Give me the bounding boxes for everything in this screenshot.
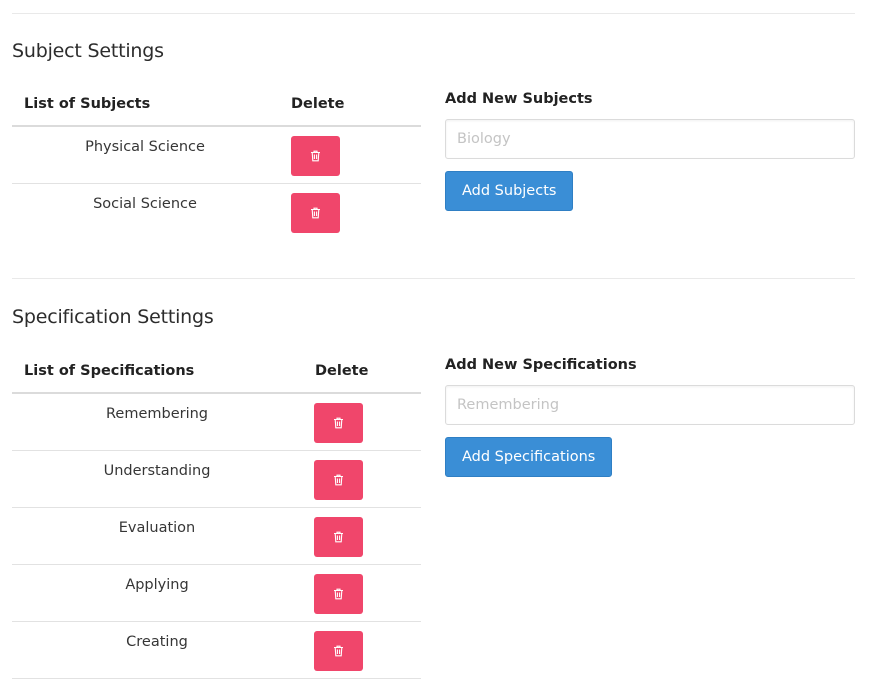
specifications-col-delete: Delete (315, 363, 369, 379)
add-specification-label: Add New Specifications (445, 357, 637, 373)
table-row: Applying (12, 565, 421, 622)
specification-name: Remembering (105, 406, 209, 422)
subjects-col-name: List of Subjects (24, 96, 151, 112)
delete-subject-button[interactable] (291, 136, 340, 176)
specification-name: Applying (125, 577, 189, 593)
specifications-table-header: List of Specifications Delete (12, 357, 421, 394)
trash-icon (334, 531, 343, 543)
divider-top (12, 13, 855, 14)
new-specification-input[interactable] (445, 385, 855, 425)
table-row: Creating (12, 622, 421, 679)
subjects-col-delete: Delete (291, 96, 345, 112)
specifications-col-name: List of Specifications (24, 363, 195, 379)
trash-icon (311, 207, 320, 219)
new-subject-input[interactable] (445, 119, 855, 159)
trash-icon (334, 645, 343, 657)
specification-name: Evaluation (118, 520, 196, 536)
delete-subject-button[interactable] (291, 193, 340, 233)
delete-specification-button[interactable] (314, 460, 363, 500)
table-row: Social Science (12, 184, 421, 240)
specifications-table: List of Specifications Delete Rememberin… (12, 357, 421, 679)
delete-specification-button[interactable] (314, 517, 363, 557)
specification-name: Understanding (103, 463, 211, 479)
delete-specification-button[interactable] (314, 631, 363, 671)
specification-name: Creating (126, 634, 188, 650)
subject-name: Social Science (93, 196, 197, 212)
trash-icon (334, 588, 343, 600)
add-specifications-button[interactable]: Add Specifications (445, 437, 613, 477)
divider-middle (12, 278, 855, 279)
table-row: Physical Science (12, 127, 421, 184)
table-row: Remembering (12, 394, 421, 451)
subject-name: Physical Science (85, 139, 205, 155)
trash-icon (334, 474, 343, 486)
table-row: Understanding (12, 451, 421, 508)
specification-settings-title: Specification Settings (12, 306, 214, 328)
delete-specification-button[interactable] (314, 403, 363, 443)
add-subjects-button[interactable]: Add Subjects (445, 171, 574, 211)
subjects-table-header: List of Subjects Delete (12, 90, 421, 127)
delete-specification-button[interactable] (314, 574, 363, 614)
subject-settings-title: Subject Settings (12, 40, 164, 62)
trash-icon (334, 417, 343, 429)
trash-icon (311, 150, 320, 162)
add-subject-label: Add New Subjects (445, 91, 593, 107)
table-row: Evaluation (12, 508, 421, 565)
subjects-table: List of Subjects Delete Physical Science… (12, 90, 421, 240)
